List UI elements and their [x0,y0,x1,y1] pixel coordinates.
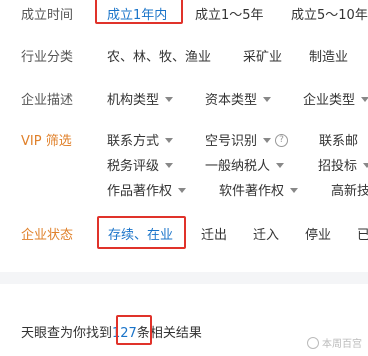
dropdown-software-copyright[interactable]: 软件著作权 [219,180,299,199]
dropdown-contact-email[interactable]: 联系邮 [319,130,358,149]
option-status-moved-out[interactable]: 迁出 [201,224,227,243]
dropdown-high-tech[interactable]: 高新技 [331,180,368,199]
highlight-box-status [97,216,186,249]
result-prefix: 天眼查为你找到 [21,326,113,341]
dropdown-company-type[interactable]: 企业类型 [303,89,368,108]
option-established-1-5-years[interactable]: 成立1～5年 [195,4,264,23]
highlight-box-established [95,0,183,24]
filter-label-description: 企业描述 [21,93,74,108]
option-industry-mining[interactable]: 采矿业 [243,46,282,65]
caret-down-icon [290,188,299,193]
caret-down-icon [165,97,174,102]
filter-label-established: 成立时间 [21,8,74,23]
watermark-icon [307,337,319,349]
caret-down-icon [361,97,368,102]
watermark: 本周百宫 [307,335,362,350]
caret-down-icon [263,138,272,143]
help-icon[interactable]: ? [275,134,289,147]
option-industry-manufacturing[interactable]: 制造业 [309,46,348,65]
caret-down-icon [263,97,272,102]
caret-down-icon [363,163,368,168]
dropdown-tax-rating[interactable]: 税务评级 [107,155,174,174]
option-industry-agriculture[interactable]: 农、林、牧、渔业 [107,46,211,65]
dropdown-capital-type[interactable]: 资本类型 [205,89,272,108]
option-status-more[interactable]: 已 [357,224,368,243]
dropdown-contact-method[interactable]: 联系方式 [107,130,174,149]
section-separator [0,272,368,284]
dropdown-general-taxpayer[interactable]: 一般纳税人 [205,155,285,174]
option-status-suspended[interactable]: 停业 [305,224,331,243]
highlight-box-count [116,315,152,345]
option-established-5-10-years[interactable]: 成立5～10年 [291,4,368,23]
caret-down-icon [165,163,174,168]
caret-down-icon [276,163,285,168]
dropdown-institution-type[interactable]: 机构类型 [107,89,174,108]
filter-label-industry: 行业分类 [21,50,74,65]
option-status-moved-in[interactable]: 迁入 [253,224,279,243]
filter-label-vip: VIP 筛选 [21,134,72,149]
dropdown-empty-number-check[interactable]: 空号识别? [205,130,289,149]
result-summary: 天眼查为你找到127条相关结果 [21,322,202,341]
caret-down-icon [165,138,174,143]
dropdown-works-copyright[interactable]: 作品著作权 [107,180,187,199]
caret-down-icon [178,188,187,193]
filter-label-status: 企业状态 [21,228,74,243]
dropdown-bidding[interactable]: 招投标 [318,155,368,174]
